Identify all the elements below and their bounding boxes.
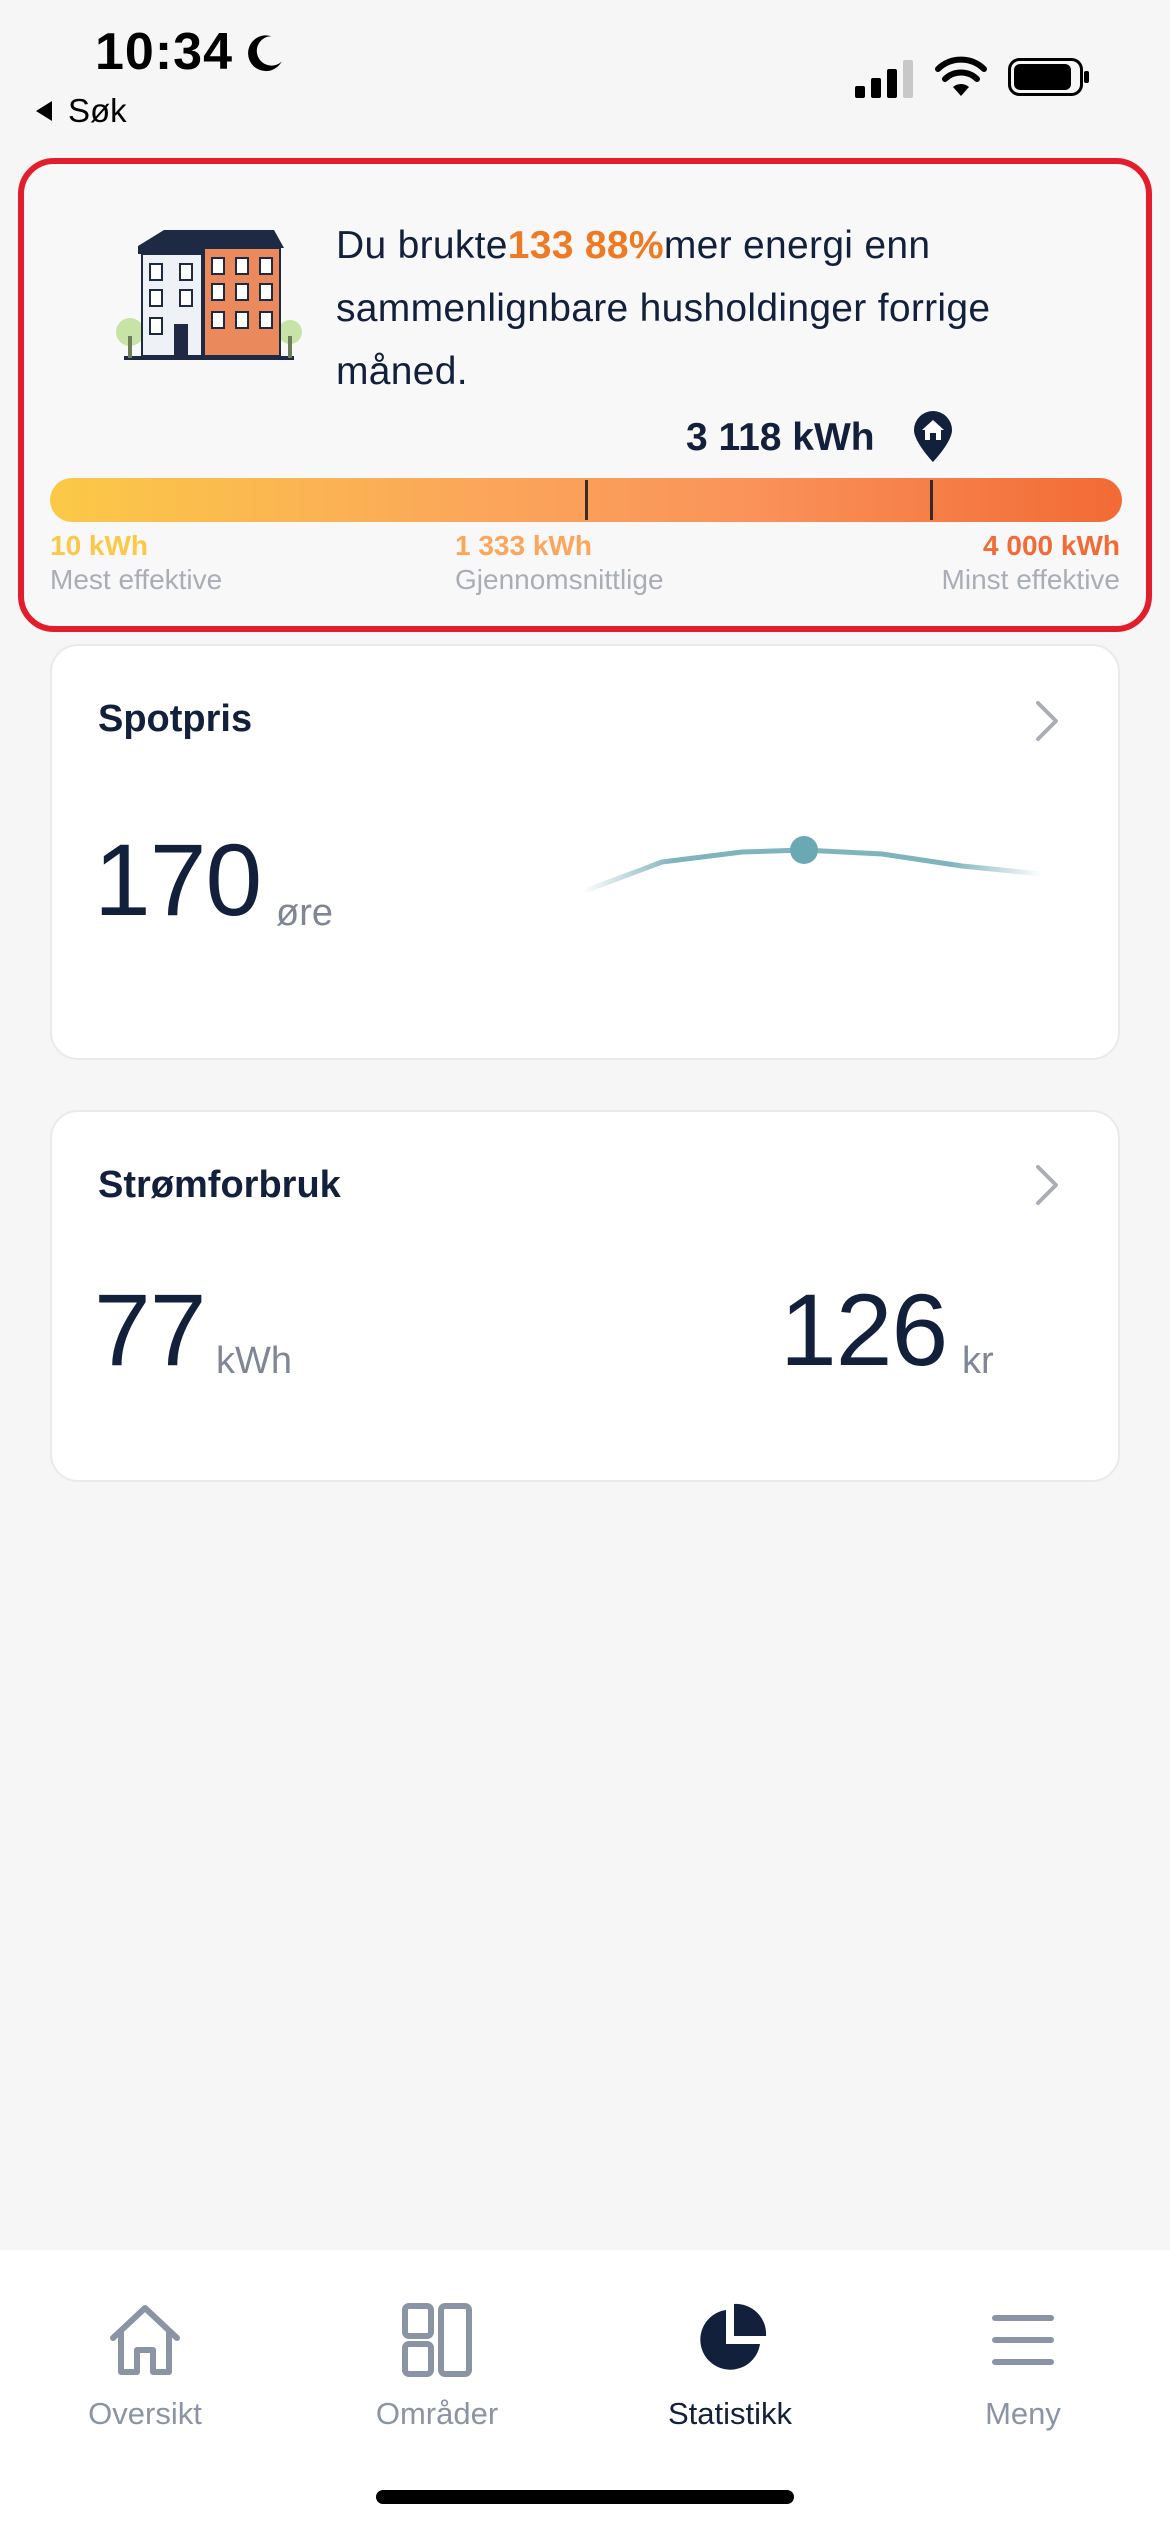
status-bar: 10:34 Søk	[0, 0, 1170, 140]
spot-price-card[interactable]: Spotpris 170 øre	[50, 644, 1120, 1060]
scale-avg-value: 1 333 kWh	[455, 530, 592, 561]
comparison-text-before: Du brukte	[336, 224, 508, 267]
efficiency-scale-bar	[50, 478, 1122, 522]
household-usage-value: 3 118 kWh	[686, 416, 875, 459]
scale-max-value: 4 000 kWh	[983, 530, 1120, 561]
scale-avg-label: Gjennomsnittlige	[455, 564, 664, 595]
cost-value: 126	[780, 1273, 948, 1387]
tab-label: Meny	[985, 2396, 1061, 2431]
tab-label: Områder	[375, 2396, 499, 2431]
home-icon	[110, 2305, 180, 2375]
scale-min-label: Mest effektive	[50, 564, 223, 595]
spot-price-title: Spotpris	[98, 698, 253, 740]
chevron-right-icon	[1036, 1165, 1058, 1205]
comparison-message: Du brukte133 88%mer energi enn sammenlig…	[336, 214, 1126, 403]
back-arrow-icon	[36, 101, 52, 121]
spot-price-unit: øre	[276, 892, 333, 934]
home-indicator	[376, 2490, 794, 2504]
pie-chart-icon	[700, 2303, 767, 2370]
average-marker	[585, 480, 588, 520]
spot-price-value: 170	[94, 823, 262, 937]
home-location-pin-icon	[914, 411, 952, 462]
status-time: 10:34	[95, 23, 233, 81]
household-marker	[930, 480, 933, 520]
tab-label: Statistikk	[667, 2396, 793, 2431]
grid-icon	[402, 2303, 472, 2377]
energy-unit: kWh	[216, 1340, 292, 1382]
wifi-icon	[935, 56, 987, 96]
menu-icon	[992, 2315, 1054, 2365]
back-label: Søk	[68, 92, 127, 129]
tab-oversikt[interactable]: Oversikt	[35, 2300, 255, 2432]
chevron-right-icon	[1036, 701, 1058, 741]
cost-unit: kr	[962, 1340, 994, 1382]
energy-value: 77	[94, 1273, 206, 1387]
tab-meny[interactable]: Meny	[913, 2300, 1133, 2432]
house-illustration	[116, 230, 302, 360]
scale-max-label: Minst effektive	[941, 564, 1120, 595]
power-consumption-title: Strømforbruk	[98, 1164, 341, 1206]
current-price-dot	[790, 836, 818, 864]
moon-icon	[248, 35, 282, 72]
tab-omrader[interactable]: Områder	[327, 2300, 547, 2432]
spot-price-sparkline	[582, 836, 1042, 895]
tab-statistikk[interactable]: Statistikk	[620, 2300, 840, 2432]
energy-comparison-card[interactable]: Du brukte133 88%mer energi enn sammenlig…	[18, 158, 1152, 632]
battery-icon	[1008, 58, 1089, 96]
power-consumption-card[interactable]: Strømforbruk 77 kWh 126 kr	[50, 1110, 1120, 1482]
back-to-search-link[interactable]: Søk	[36, 92, 127, 130]
tab-label: Oversikt	[88, 2396, 202, 2431]
scale-min-value: 10 kWh	[50, 530, 149, 561]
comparison-percentage: 133 88%	[507, 224, 664, 267]
cellular-signal-icon	[855, 60, 913, 98]
